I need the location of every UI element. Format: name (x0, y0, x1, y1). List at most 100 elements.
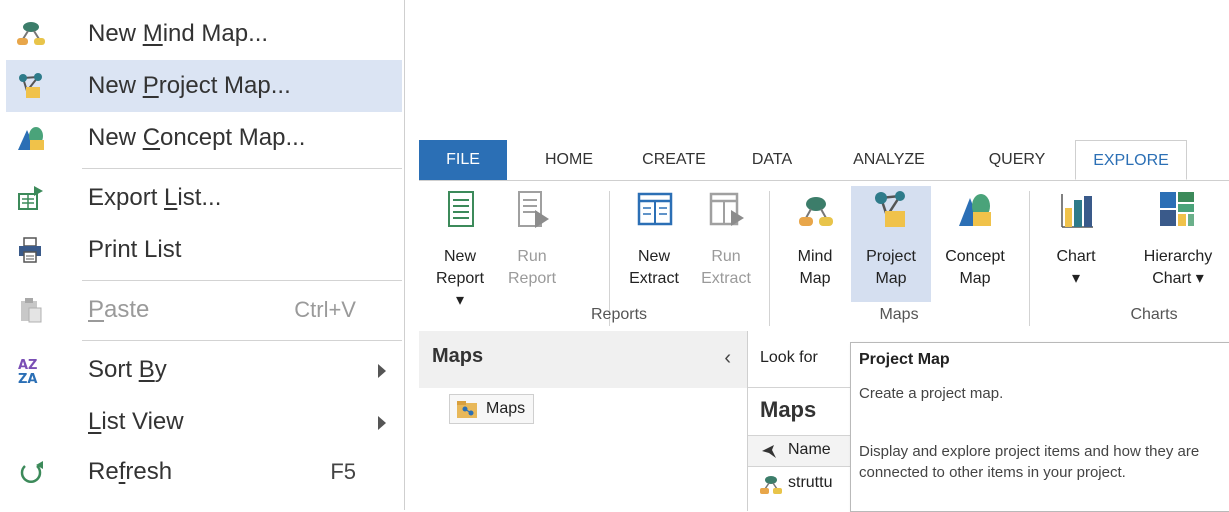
button-label: New (443, 248, 476, 265)
extract-icon (637, 192, 673, 226)
svg-text:ZA: ZA (18, 372, 38, 384)
menu-item-paste[interactable]: Paste Ctrl+V (6, 284, 402, 336)
button-label: Hierarchy (1143, 248, 1213, 265)
menu-item-label: Sort By (88, 356, 167, 383)
bar-chart-icon (1061, 194, 1093, 228)
menu-item-label: New Project Map... (88, 72, 291, 99)
maps-folder-icon (457, 401, 477, 418)
button-label: Project (866, 248, 916, 265)
menu-item-label: List View (88, 408, 184, 435)
button-label: Mind (797, 248, 833, 265)
button-label: Chart (1056, 248, 1096, 265)
ribbon-separator (769, 191, 770, 326)
menu-item-sort-by[interactable]: AZ ZA Sort By (6, 344, 402, 396)
tab-create[interactable]: CREATE (629, 140, 719, 180)
menu-separator (82, 280, 402, 281)
list-title: Maps (760, 397, 817, 422)
collapse-icon[interactable]: ‹ (724, 347, 731, 370)
menu-item-label: New Mind Map... (88, 20, 269, 47)
group-label-charts: Charts (1130, 306, 1178, 323)
menu-item-list-view[interactable]: List View (6, 396, 402, 448)
chart-button[interactable]: Chart ▾ (1047, 186, 1105, 302)
ribbon-separator (1029, 191, 1030, 326)
context-menu: New Mind Map... New Project Map... New C… (0, 0, 405, 510)
export-list-icon (18, 186, 43, 210)
tooltip-description: Create a project map. (859, 385, 1004, 402)
menu-item-refresh[interactable]: Refresh F5 (6, 446, 402, 498)
menu-item-new-mind-map[interactable]: New Mind Map... (6, 8, 402, 60)
menu-item-label: Print List (88, 236, 182, 263)
group-label-maps: Maps (879, 306, 919, 323)
tab-home[interactable]: HOME (531, 140, 607, 180)
concept-map-icon (18, 127, 44, 150)
hierarchy-chart-button[interactable]: Hierarchy Chart ▾ (1133, 186, 1223, 302)
group-label-reports: Reports (590, 306, 648, 323)
button-label: Report ▾ (435, 270, 485, 309)
button-label: Concept (945, 248, 1005, 265)
project-map-icon (875, 191, 905, 227)
svg-text:AZ: AZ (18, 358, 38, 373)
tooltip-detail: Display and explore project items and ho… (859, 443, 1200, 481)
menu-item-label: Export List... (88, 184, 222, 211)
button-label: Map (959, 270, 991, 287)
mind-map-icon (17, 22, 45, 45)
project-map-button[interactable]: Project Map (851, 186, 931, 302)
nav-item-maps[interactable]: Maps (449, 394, 535, 424)
sort-az-icon: AZ ZA (18, 358, 38, 384)
tab-query[interactable]: QUERY (975, 140, 1059, 180)
pin-icon[interactable] (760, 442, 778, 460)
menu-item-label: Refresh (88, 458, 173, 485)
nav-item-label: Maps (486, 400, 526, 417)
look-for-label: Look for (760, 349, 818, 366)
run-report-button[interactable]: Run Report (503, 186, 561, 302)
mind-map-icon (799, 197, 833, 226)
run-extract-icon (709, 192, 744, 226)
run-report-icon (518, 191, 549, 228)
tab-explore[interactable]: EXPLORE (1075, 140, 1187, 180)
navigation-pane: Maps ‹ Maps (419, 331, 748, 511)
menu-item-shortcut: Ctrl+V (294, 297, 356, 322)
button-label: Run (517, 248, 547, 265)
ribbon-tabs: FILE HOME CREATE DATA ANALYZE QUERY EXPL… (419, 140, 1229, 181)
tab-file[interactable]: FILE (419, 140, 507, 180)
menu-item-export-list[interactable]: Export List... (6, 172, 402, 224)
menu-separator (82, 168, 402, 169)
button-label: Extract (701, 270, 751, 287)
refresh-icon (20, 461, 43, 483)
menu-item-shortcut: F5 (330, 459, 356, 484)
new-extract-button[interactable]: New Extract (625, 186, 683, 302)
paste-icon (21, 298, 42, 323)
button-label: Map (875, 270, 907, 287)
column-name-header[interactable]: Name (788, 441, 831, 459)
run-extract-button[interactable]: Run Extract (697, 186, 755, 302)
tooltip-title: Project Map (859, 351, 950, 368)
report-icon (448, 191, 474, 227)
submenu-arrow-icon (378, 416, 386, 430)
button-label: Map (799, 270, 831, 287)
tab-data[interactable]: DATA (739, 140, 805, 180)
row-name: struttu (788, 474, 833, 491)
navigation-title: Maps (432, 345, 484, 367)
dropdown-arrow: ▾ (1071, 270, 1081, 287)
print-list-icon (19, 237, 41, 263)
menu-item-label: Paste (88, 296, 150, 323)
ribbon-panel: New Report ▾ Run Report New Extract Run … (419, 181, 1229, 332)
concept-map-button[interactable]: Concept Map (935, 186, 1015, 302)
tooltip-project-map: Project Map Create a project map. Displa… (850, 342, 1229, 512)
mind-map-button[interactable]: Mind Map (786, 186, 844, 302)
button-label: Run (711, 248, 741, 265)
navigation-header: Maps ‹ (419, 331, 747, 388)
mind-map-icon (760, 476, 782, 494)
hierarchy-chart-icon (1160, 192, 1194, 226)
menu-item-label: New Concept Map... (88, 124, 306, 151)
submenu-arrow-icon (378, 364, 386, 378)
menu-item-new-project-map[interactable]: New Project Map... (6, 60, 402, 112)
button-label: Chart ▾ (1152, 270, 1204, 287)
button-label: Extract (629, 270, 679, 287)
new-report-button[interactable]: New Report ▾ (431, 186, 489, 309)
tab-analyze[interactable]: ANALYZE (837, 140, 941, 180)
button-label: New (637, 248, 670, 265)
menu-item-print-list[interactable]: Print List (6, 224, 402, 276)
menu-item-new-concept-map[interactable]: New Concept Map... (6, 112, 402, 164)
concept-map-icon (959, 194, 991, 226)
